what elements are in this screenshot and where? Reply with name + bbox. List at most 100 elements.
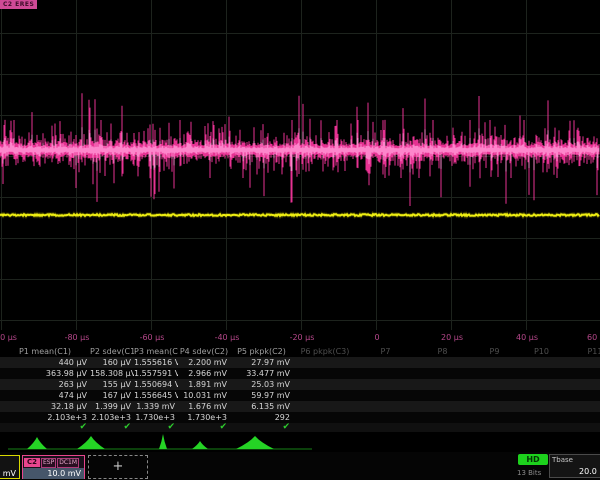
measurement-table[interactable]: P1 mean(C1)P2 sdev(C1)P3 mean(C2)P4 sdev… — [0, 347, 600, 432]
measurement-column-header[interactable]: P2 sdev(C1) — [90, 347, 134, 357]
bottom-bar: C1 DC1M 10.0 mV C2 ESP DC1M 10.0 mV + HD… — [0, 452, 600, 480]
measurement-histicon — [192, 441, 208, 449]
measurement-cell: 2.103e+3 — [90, 412, 134, 423]
bit-depth-label: 13 Bits — [517, 469, 541, 477]
histicon-strip[interactable] — [0, 430, 600, 452]
axis-tick-label: 60 µs — [587, 333, 600, 342]
measurement-cell — [357, 379, 414, 390]
measurement-row-min: 263 µV155 µV1.550694 V1.891 mV25.03 mV — [0, 379, 600, 390]
measurement-cell — [471, 357, 518, 368]
measurement-column-header[interactable]: P6 pkpk(C3) — [293, 347, 357, 357]
measurement-cell — [518, 412, 565, 423]
measurement-cell — [565, 368, 600, 379]
measurement-cell — [414, 401, 471, 412]
measurement-cell: 32.18 µV — [0, 401, 90, 412]
measurement-cell — [357, 412, 414, 423]
measurement-cell: 1.891 mV — [178, 379, 230, 390]
measurement-cell: 2.200 mV — [178, 357, 230, 368]
axis-tick-label: -100 µs — [0, 333, 17, 342]
measurement-cell — [518, 368, 565, 379]
measurement-cell — [565, 379, 600, 390]
measurement-cell: 6.135 mV — [230, 401, 293, 412]
measurement-cell — [357, 368, 414, 379]
measurement-cell: 363.98 µV — [0, 368, 90, 379]
waveform-traces — [0, 0, 600, 330]
measurement-cell: 158.308 µV — [90, 368, 134, 379]
axis-tick-label: -80 µs — [65, 333, 90, 342]
timebase-scale-value: 20.0 µs — [579, 467, 600, 476]
measurement-cell — [414, 379, 471, 390]
measurement-cell: 1.676 mV — [178, 401, 230, 412]
measurement-row-value: 440 µV160 µV1.555616 V2.200 mV27.97 mV — [0, 357, 600, 368]
measurement-column-header[interactable]: P9 — [471, 347, 518, 357]
channel-c2-descriptor[interactable]: C2 ESP DC1M 10.0 mV — [22, 455, 85, 479]
measurement-cell: 440 µV — [0, 357, 90, 368]
measurement-cell: 474 µV — [0, 390, 90, 401]
measurement-cell: 33.477 mV — [230, 368, 293, 379]
measurement-histicon — [27, 437, 47, 449]
waveform-grid[interactable]: C2 ERES — [0, 0, 600, 330]
c2-vdiv-value: 10.0 mV — [23, 468, 84, 479]
measurement-column-header[interactable]: P8 — [414, 347, 471, 357]
axis-tick-label: 20 µs — [441, 333, 463, 342]
hd-mode-badge[interactable]: HD — [518, 454, 548, 465]
trace-label-badge[interactable]: C2 ERES — [0, 0, 37, 9]
axis-tick-label: -60 µs — [140, 333, 165, 342]
c2-eres-badge: ESP — [41, 458, 56, 468]
measurement-column-header[interactable]: P1 mean(C1) — [0, 347, 90, 357]
measurement-cell: 1.555616 V — [134, 357, 178, 368]
oscilloscope-screen: C2 ERES -100 µs -80 µs -60 µs -40 µs -20 µs 0… — [0, 0, 600, 480]
measurement-column-header[interactable]: P5 pkpk(C2) — [230, 347, 293, 357]
axis-tick-label: -40 µs — [215, 333, 240, 342]
axis-tick-label: -20 µs — [290, 333, 315, 342]
measurement-cell — [518, 401, 565, 412]
measurement-row-sdev: 32.18 µV1.399 µV1.339 mV1.676 mV6.135 mV — [0, 401, 600, 412]
c2-coupling-badge: DC1M — [57, 458, 79, 468]
measurement-cell: 27.97 mV — [230, 357, 293, 368]
measurement-cell — [471, 412, 518, 423]
measurement-column-header[interactable]: P4 sdev(C2) — [178, 347, 230, 357]
add-trace-button[interactable]: + — [88, 455, 148, 479]
measurement-column-header[interactable]: P10 — [518, 347, 565, 357]
measurement-cell — [471, 368, 518, 379]
c2-label: C2 — [24, 458, 40, 467]
measurement-cell: 10.031 mV — [178, 390, 230, 401]
measurement-cell — [293, 390, 357, 401]
measurement-cell — [293, 379, 357, 390]
channel-c1-descriptor[interactable]: C1 DC1M 10.0 mV — [0, 455, 20, 479]
measurement-row-mean: 363.98 µV158.308 µV1.557591 V2.966 mV33.… — [0, 368, 600, 379]
histicon-graphics — [0, 430, 600, 452]
measurement-histicon — [77, 436, 105, 449]
measurement-cell — [518, 357, 565, 368]
measurement-cell: 263 µV — [0, 379, 90, 390]
measurement-cell: 1.339 mV — [134, 401, 178, 412]
measurement-cell — [357, 357, 414, 368]
measurement-cell — [414, 412, 471, 423]
measurement-cell: 1.557591 V — [134, 368, 178, 379]
measurement-cell: 155 µV — [90, 379, 134, 390]
measurement-row-num: 2.103e+32.103e+31.730e+31.730e+3292 — [0, 412, 600, 423]
measurement-cell: 292 — [230, 412, 293, 423]
measurement-cell — [293, 357, 357, 368]
measurement-column-header[interactable]: P3 mean(C2) — [134, 347, 178, 357]
measurement-column-header[interactable]: P11 — [565, 347, 600, 357]
measurement-cell: 59.97 mV — [230, 390, 293, 401]
measurement-cell: 1.399 µV — [90, 401, 134, 412]
measurement-cell — [471, 401, 518, 412]
timebase-descriptor[interactable]: Tbase 20.0 µs — [549, 454, 600, 478]
measurement-cell — [518, 379, 565, 390]
measurement-cell: 1.556645 V — [134, 390, 178, 401]
measurement-column-header[interactable]: P7 — [357, 347, 414, 357]
measurement-cell — [293, 401, 357, 412]
measurement-cell — [414, 368, 471, 379]
measurement-cell: 2.966 mV — [178, 368, 230, 379]
measurement-cell — [414, 357, 471, 368]
timebase-title: Tbase — [550, 455, 600, 464]
axis-tick-label: 0 — [374, 333, 379, 342]
measurement-cell — [293, 412, 357, 423]
measurement-cell: 160 µV — [90, 357, 134, 368]
measurement-cell — [518, 390, 565, 401]
timebase-axis: -100 µs-80 µs-60 µs-40 µs-20 µs020 µs40 … — [0, 330, 600, 347]
measurement-cell — [414, 390, 471, 401]
measurement-cell: 25.03 mV — [230, 379, 293, 390]
